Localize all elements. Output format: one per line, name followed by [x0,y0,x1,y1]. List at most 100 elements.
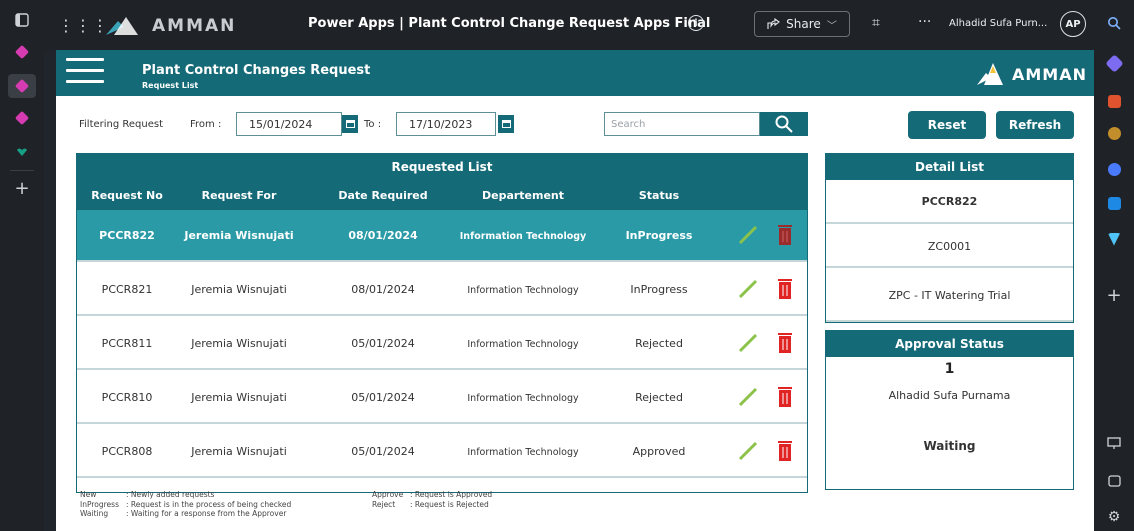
share-button[interactable]: Share ﹀ [754,11,850,37]
outlook-icon[interactable] [1103,192,1125,214]
table-row[interactable]: PCCR810 Jeremia Wisnujati 05/01/2024 Inf… [77,372,807,424]
add-icon[interactable]: + [8,176,36,200]
status: InProgress [630,283,688,296]
table-row[interactable]: PCCR822 Jeremia Wisnujati 08/01/2024 Inf… [77,210,807,262]
request-no: PCCR810 [101,391,153,404]
screen-icon[interactable] [1103,432,1125,454]
department: Information Technology [459,231,587,242]
request-for: Jeremia Wisnujati [191,445,287,458]
edit-icon[interactable] [737,386,759,408]
toolbox-icon[interactable] [1103,90,1125,112]
status-legend-left: New: Newly added requests InProgress: Re… [80,490,291,519]
legend-desc: : Request is Rejected [410,499,489,509]
info-icon[interactable]: i [688,15,704,31]
delete-icon[interactable] [775,223,795,247]
delete-icon[interactable] [775,277,795,301]
request-no: PCCR822 [99,229,155,242]
search-icon[interactable] [1103,12,1125,34]
request-for: Jeremia Wisnujati [191,337,287,350]
left-rail: + [0,0,44,531]
people-icon[interactable] [1103,122,1125,144]
edit-icon[interactable] [737,332,759,354]
power-apps-topbar: ⋮⋮⋮ AMMAN Power Apps | Plant Control Cha… [44,0,1094,50]
copilot-icon[interactable] [1103,158,1125,180]
date-required: 05/01/2024 [351,337,415,350]
requested-list-title: Requested List [77,154,807,180]
from-date-input[interactable]: 15/01/2024 [236,112,342,136]
app-icon-2[interactable] [8,74,36,98]
edit-icon[interactable] [737,278,759,300]
amman-logo-icon [977,63,1003,85]
app-canvas: Plant Control Changes Request Request Li… [56,50,1094,531]
to-date-input[interactable]: 17/10/2023 [396,112,496,136]
column-header-status: Status [638,189,680,202]
search-input[interactable]: Search [604,112,760,136]
drop-icon[interactable] [1103,228,1125,250]
approval-state: Waiting [923,439,976,453]
table-row[interactable]: PCCR811 Jeremia Wisnujati 05/01/2024 Inf… [77,318,807,370]
tag-icon[interactable] [1103,52,1125,74]
date-required: 08/01/2024 [348,229,418,242]
search-button[interactable] [760,112,808,136]
legend-key: InProgress [80,499,119,509]
app-launcher-icon[interactable]: ⋮⋮⋮ [58,16,109,35]
app-icon-3[interactable] [8,106,36,130]
app-icon-4[interactable] [8,140,36,164]
legend-key: Approve [372,490,404,499]
delete-icon[interactable] [775,331,795,355]
approver-name: Alhadid Sufa Purnama [888,389,1011,402]
delete-icon[interactable] [775,439,795,463]
share-label: Share [786,17,821,31]
app-icon-1[interactable] [8,40,36,64]
legend-key: Waiting [80,509,109,518]
delete-icon[interactable] [775,385,795,409]
amman-logo-icon [106,17,138,35]
request-no: PCCR811 [101,337,153,350]
legend-desc: : Request is in the process of being che… [126,499,292,509]
table-header: Request No Request For Date Required Dep… [77,180,807,210]
brand-name: AMMAN [1012,64,1087,84]
status-legend-right: Approve: Request is Approved Reject: Req… [372,490,492,509]
column-header-date-required: Date Required [338,189,428,202]
legend-desc: : Waiting for a response from the Approv… [126,509,287,518]
column-header-departement: Departement [481,189,565,202]
calendar-icon[interactable] [342,115,358,133]
status: Rejected [635,391,683,404]
reset-button[interactable]: Reset [908,111,986,139]
chevron-down-icon: ﹀ [826,20,837,32]
department: Information Technology [467,339,579,350]
more-options-icon[interactable]: ··· [918,14,931,30]
avatar[interactable]: AP [1060,11,1086,37]
right-rail: + ⚙ [1094,0,1134,531]
request-for: Jeremia Wisnujati [191,391,287,404]
header-logo: AMMAN [976,61,1087,87]
date-required: 05/01/2024 [351,391,415,404]
department: Information Technology [467,285,579,296]
user-name: Alhadid Sufa Purn... [949,18,1048,29]
app-title: Power Apps | Plant Control Change Reques… [308,16,711,31]
edit-icon[interactable] [737,440,759,462]
share-icon [767,18,781,29]
status: Approved [632,445,686,458]
app-header: Plant Control Changes Request Request Li… [56,50,1094,96]
approval-status-title: Approval Status [826,331,1073,357]
calendar-icon[interactable] [498,115,514,133]
add-icon[interactable]: + [1103,284,1125,306]
table-row[interactable]: PCCR808 Jeremia Wisnujati 05/01/2024 Inf… [77,426,807,478]
table-row[interactable]: PCCR821 Jeremia Wisnujati 08/01/2024 Inf… [77,264,807,316]
menu-icon[interactable] [66,58,106,86]
detail-list-panel: Detail List PCCR822 ZC0001 ZPC - IT Wate… [825,153,1074,323]
approval-status-panel: Approval Status 1 Alhadid Sufa Purnama W… [825,330,1074,490]
date-required: 05/01/2024 [351,445,415,458]
request-for: Jeremia Wisnujati [184,229,294,242]
requested-list-panel: Requested List Request No Request For Da… [76,153,808,493]
gear-icon[interactable]: ⚙ [1103,506,1125,528]
detail-code: ZC0001 [826,226,1073,268]
from-label: From : [190,119,222,130]
sidebar-toggle-icon[interactable] [8,8,36,32]
refresh-button[interactable]: Refresh [996,111,1074,139]
edit-icon[interactable] [737,224,759,246]
column-header-request-no: Request No [91,189,163,202]
fit-to-window-icon[interactable]: ⌗ [872,15,880,31]
panel-icon[interactable] [1103,470,1125,492]
